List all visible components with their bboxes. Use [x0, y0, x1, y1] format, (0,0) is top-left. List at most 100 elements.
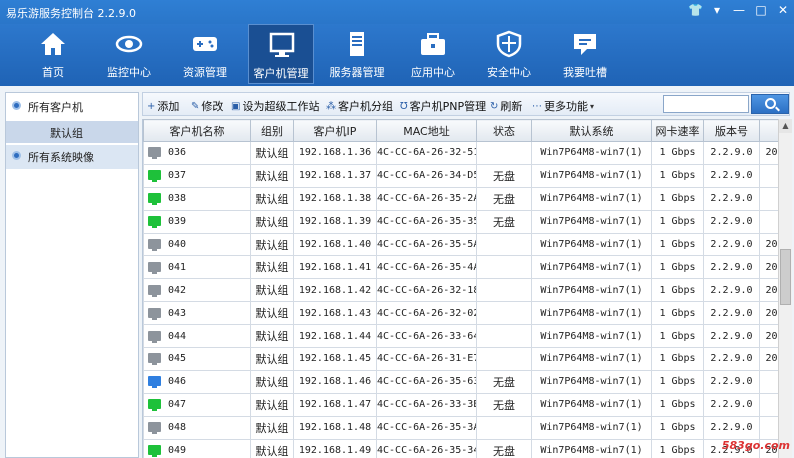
group-sidebar: 所有客户机 默认组 所有系统映像: [5, 92, 139, 458]
table-row[interactable]: 036 默认组 192.168.1.36 4C-CC-6A-26-32-51 Win7P…: [143, 141, 778, 165]
table-row[interactable]: 049 默认组 192.168.1.49 4C-CC-6A-26-35-34 无盘 Win…: [143, 438, 778, 458]
table-row[interactable]: 039 默认组 192.168.1.39 4C-CC-6A-26-35-35 无盘 Win…: [143, 209, 778, 234]
watermark-logo: 583go.com: [721, 439, 790, 452]
default-system-cell: Win7P64M8-win7(1): [531, 438, 652, 458]
group-cell: 默认组: [250, 438, 294, 458]
client-name: 048: [168, 422, 187, 434]
table-row[interactable]: 040 默认组 192.168.1.40 4C-CC-6A-26-35-5A Win7P…: [143, 232, 778, 257]
table-row[interactable]: 041 默认组 192.168.1.41 4C-CC-6A-26-35-4A Win7P…: [143, 255, 778, 280]
version-cell: 2.2.9.0: [703, 186, 760, 211]
column-header-group[interactable]: 组别: [250, 119, 294, 142]
column-header-extra[interactable]: [759, 119, 778, 142]
vertical-scrollbar[interactable]: ▲: [778, 119, 792, 458]
table-row[interactable]: 046 默认组 192.168.1.46 4C-CC-6A-26-35-63 无盘 Win…: [143, 369, 778, 394]
default-system-cell: Win7P64M8-win7(1): [531, 186, 652, 211]
nic-speed-cell: 1 Gbps: [651, 186, 704, 211]
column-header-status[interactable]: 状态: [476, 119, 532, 142]
extra-cell: 20: [759, 301, 778, 326]
table-row[interactable]: 038 默认组 192.168.1.38 4C-CC-6A-26-35-2A 无盘 Win…: [143, 186, 778, 211]
more-label: 更多功能: [544, 100, 588, 113]
status-cell: [476, 415, 532, 440]
ip-cell: 192.168.1.44: [293, 324, 377, 349]
sidebar-item-all-clients[interactable]: 所有客户机: [6, 95, 138, 117]
add-label: 添加: [157, 100, 180, 113]
mac-cell: 4C-CC-6A-26-33-3B: [376, 392, 477, 417]
nic-speed-cell: 1 Gbps: [651, 392, 704, 417]
column-header-nic-speed[interactable]: 网卡速率: [651, 119, 704, 142]
sidebar-item-default-group[interactable]: 默认组: [6, 121, 138, 143]
table-row[interactable]: 044 默认组 192.168.1.44 4C-CC-6A-26-33-64 Win7P…: [143, 324, 778, 349]
column-header-version[interactable]: 版本号: [703, 119, 760, 142]
maximize-button[interactable]: □: [754, 3, 768, 17]
table-row[interactable]: 043 默认组 192.168.1.43 4C-CC-6A-26-32-02 Win7P…: [143, 301, 778, 326]
extra-cell: 20: [759, 278, 778, 303]
column-header-name[interactable]: 客户机名称: [143, 119, 251, 142]
default-system-cell: Win7P64M8-win7(1): [531, 369, 652, 394]
nav-monitor-center[interactable]: 监控中心: [96, 24, 162, 84]
mac-cell: 4C-CC-6A-26-35-63: [376, 369, 477, 394]
client-status-icon: [148, 330, 161, 343]
nav-app-center[interactable]: 应用中心: [400, 24, 466, 84]
table-row[interactable]: 048 默认组 192.168.1.48 4C-CC-6A-26-35-3A Win7P…: [143, 415, 778, 440]
nic-speed-cell: 1 Gbps: [651, 209, 704, 234]
client-name: 041: [168, 261, 187, 273]
status-cell: 无盘: [476, 186, 532, 211]
extra-cell: [759, 415, 778, 440]
nav-home[interactable]: 首页: [20, 24, 86, 84]
default-system-cell: Win7P64M8-win7(1): [531, 392, 652, 417]
nav-client-management[interactable]: 客户机管理: [248, 24, 314, 84]
set-super-workstation-button[interactable]: ▣ 设为超级工作站: [231, 98, 319, 114]
top-navigation: 首页 监控中心 资源管理 客户机管理 服务器管理 应用中心 安全中心 我要吐槽: [0, 24, 794, 86]
mac-cell: 4C-CC-6A-26-33-64: [376, 324, 477, 349]
skin-icon[interactable]: 👕: [688, 3, 703, 17]
scrollbar-thumb[interactable]: [780, 249, 791, 305]
minimize-button[interactable]: —: [732, 3, 746, 17]
column-header-ip[interactable]: 客户机IP: [293, 119, 377, 142]
ip-cell: 192.168.1.47: [293, 392, 377, 417]
pnp-label: 客户机PNP管理: [409, 100, 487, 113]
menu-dropdown-icon[interactable]: ▾: [710, 3, 724, 17]
column-header-mac[interactable]: MAC地址: [376, 119, 477, 142]
column-header-default-system[interactable]: 默认系统: [531, 119, 652, 142]
nav-security-center[interactable]: 安全中心: [476, 24, 542, 84]
ellipsis-icon: ⋯: [532, 100, 542, 112]
refresh-label: 刷新: [500, 100, 523, 113]
nav-server-management[interactable]: 服务器管理: [324, 24, 390, 84]
mac-cell: 4C-CC-6A-26-35-35: [376, 209, 477, 234]
search-input[interactable]: [663, 95, 749, 113]
edit-button[interactable]: ✎ 修改: [191, 98, 223, 114]
more-functions-button[interactable]: ⋯ 更多功能 ▾: [532, 98, 594, 114]
nic-speed-cell: 1 Gbps: [651, 324, 704, 349]
table-row[interactable]: 042 默认组 192.168.1.42 4C-CC-6A-26-32-18 Win7P…: [143, 278, 778, 303]
client-status-icon: [148, 376, 161, 389]
search-button[interactable]: [751, 94, 789, 114]
sidebar-item-all-images[interactable]: 所有系统映像: [6, 145, 138, 169]
client-name: 049: [168, 445, 187, 457]
mac-cell: 4C-CC-6A-26-31-E7: [376, 347, 477, 371]
close-button[interactable]: ✕: [776, 3, 790, 17]
status-cell: 无盘: [476, 438, 532, 458]
refresh-button[interactable]: ↻ 刷新: [490, 98, 522, 114]
add-button[interactable]: + 添加: [147, 98, 179, 114]
table-row[interactable]: 047 默认组 192.168.1.47 4C-CC-6A-26-33-3B 无盘 Win…: [143, 392, 778, 417]
version-cell: 2.2.9.0: [703, 369, 760, 394]
table-row[interactable]: 045 默认组 192.168.1.45 4C-CC-6A-26-31-E7 Win7P…: [143, 347, 778, 371]
mac-cell: 4C-CC-6A-26-32-02: [376, 301, 477, 326]
nav-label: 客户机管理: [253, 67, 309, 80]
mac-cell: 4C-CC-6A-26-32-51: [376, 141, 477, 165]
client-name: 040: [168, 239, 187, 250]
nav-feedback[interactable]: 我要吐槽: [552, 24, 618, 84]
client-name: 045: [168, 353, 187, 365]
scroll-up-icon[interactable]: ▲: [779, 119, 792, 133]
extra-cell: [759, 209, 778, 234]
nic-speed-cell: 1 Gbps: [651, 415, 704, 440]
status-cell: 无盘: [476, 369, 532, 394]
client-name-cell: 046: [143, 369, 251, 394]
client-name-cell: 041: [143, 255, 251, 280]
client-group-button[interactable]: ⁂ 客户机分组: [326, 98, 393, 114]
pnp-management-button[interactable]: Ʊ 客户机PNP管理: [400, 98, 486, 114]
nav-resource-management[interactable]: 资源管理: [172, 24, 238, 84]
table-row[interactable]: 037 默认组 192.168.1.37 4C-CC-6A-26-34-D5 无盘 Win…: [143, 163, 778, 188]
mac-cell: 4C-CC-6A-26-35-2A: [376, 186, 477, 211]
ip-cell: 192.168.1.48: [293, 415, 377, 440]
